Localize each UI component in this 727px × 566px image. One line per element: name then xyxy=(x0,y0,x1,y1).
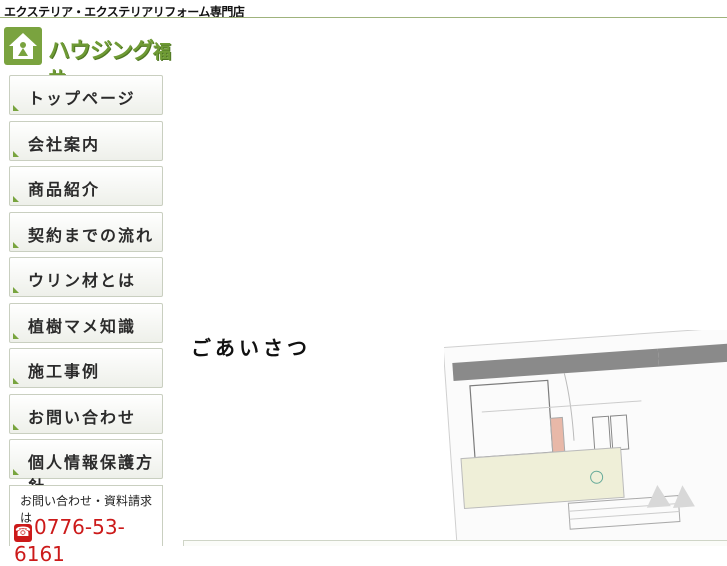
corner-triangle-icon xyxy=(13,469,19,475)
corner-triangle-icon xyxy=(13,287,19,293)
content-frame xyxy=(183,540,727,546)
contact-box: お問い合わせ・資料請求は ☎ 0776-53-6161 xyxy=(9,485,163,566)
corner-triangle-icon xyxy=(13,196,19,202)
corner-triangle-icon xyxy=(13,241,19,248)
corner-triangle-icon xyxy=(13,150,19,157)
nav-item-ulin-wood[interactable]: ウリン材とは xyxy=(9,257,163,297)
nav-item-contact[interactable]: お問い合わせ xyxy=(9,393,163,434)
site-plan-drawing xyxy=(442,326,727,563)
sidebar-nav: トップページ 会社案内 商品紹介 契約までの流れ ウリン材とは 植樹マメ知識 施… xyxy=(9,75,163,496)
nav-item-privacy[interactable]: 個人情報保護方針 xyxy=(9,439,163,496)
logo-name: ハウジング xyxy=(48,39,154,64)
house-logo-icon xyxy=(4,27,42,65)
nav-item-top[interactable]: トップページ xyxy=(9,75,163,115)
nav-item-contract-flow[interactable]: 契約までの流れ xyxy=(9,211,163,252)
corner-triangle-icon xyxy=(13,332,19,339)
contact-phone[interactable]: ☎ 0776-53-6161 xyxy=(14,515,162,566)
site-logo[interactable]: ハウジング福井 xyxy=(4,27,174,90)
corner-triangle-icon xyxy=(13,423,19,430)
nav-item-products[interactable]: 商品紹介 xyxy=(9,166,163,206)
greeting-heading: ごあいさつ xyxy=(191,336,311,360)
header-divider xyxy=(0,17,727,18)
nav-item-works[interactable]: 施工事例 xyxy=(9,348,163,388)
nav-item-company[interactable]: 会社案内 xyxy=(9,120,163,161)
corner-triangle-icon xyxy=(13,378,19,384)
corner-triangle-icon xyxy=(13,105,19,111)
nav-item-planting-tips[interactable]: 植樹マメ知識 xyxy=(9,302,163,343)
phone-icon: ☎ xyxy=(14,524,32,542)
